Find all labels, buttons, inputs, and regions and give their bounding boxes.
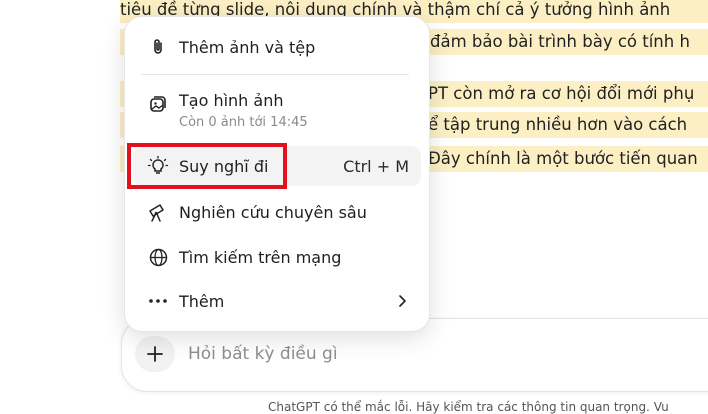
document-line: Đây chính là một bước tiến quan	[428, 146, 708, 172]
document-line: PT còn mở ra cơ hội đổi mới phụ	[428, 81, 708, 107]
paperclip-icon	[147, 36, 169, 58]
plus-icon	[145, 344, 165, 364]
menu-item-label: Tạo hình ảnh	[179, 91, 284, 110]
footer-disclaimer: ChatGPT có thể mắc lỗi. Hãy kiểm tra các…	[268, 400, 669, 414]
document-line: ể tập trung nhiều hơn vào cách	[428, 112, 708, 138]
plus-button[interactable]	[135, 336, 175, 372]
keyboard-shortcut: Ctrl + M	[343, 156, 409, 176]
chevron-right-icon	[397, 294, 407, 308]
composer-input[interactable]: Hỏi bất kỳ điều gì	[188, 340, 338, 368]
telescope-icon	[147, 201, 169, 223]
document-line: đảm bảo bài trình bày có tính h	[428, 29, 708, 55]
menu-item-web-search[interactable]: Tìm kiếm trên mạng	[133, 237, 421, 277]
menu-item-more[interactable]: Thêm	[133, 281, 421, 321]
annotation-highlight-box	[127, 143, 287, 189]
menu-divider	[141, 74, 409, 75]
menu-item-label: Tìm kiếm trên mạng	[179, 247, 342, 267]
menu-item-deep-research[interactable]: Nghiên cứu chuyên sâu	[133, 192, 421, 232]
menu-item-label: Nghiên cứu chuyên sâu	[179, 202, 367, 222]
image-create-icon	[147, 93, 169, 115]
globe-icon	[147, 246, 169, 268]
menu-item-label: Thêm	[179, 291, 225, 311]
menu-item-sublabel: Còn 0 ảnh tới 14:45	[179, 115, 308, 130]
more-dots-icon	[147, 290, 169, 312]
menu-item-create-image[interactable]: Tạo hình ảnh Còn 0 ảnh tới 14:45	[133, 87, 421, 135]
menu-item-add-files[interactable]: Thêm ảnh và tệp	[133, 27, 421, 67]
menu-item-label: Thêm ảnh và tệp	[179, 37, 316, 57]
